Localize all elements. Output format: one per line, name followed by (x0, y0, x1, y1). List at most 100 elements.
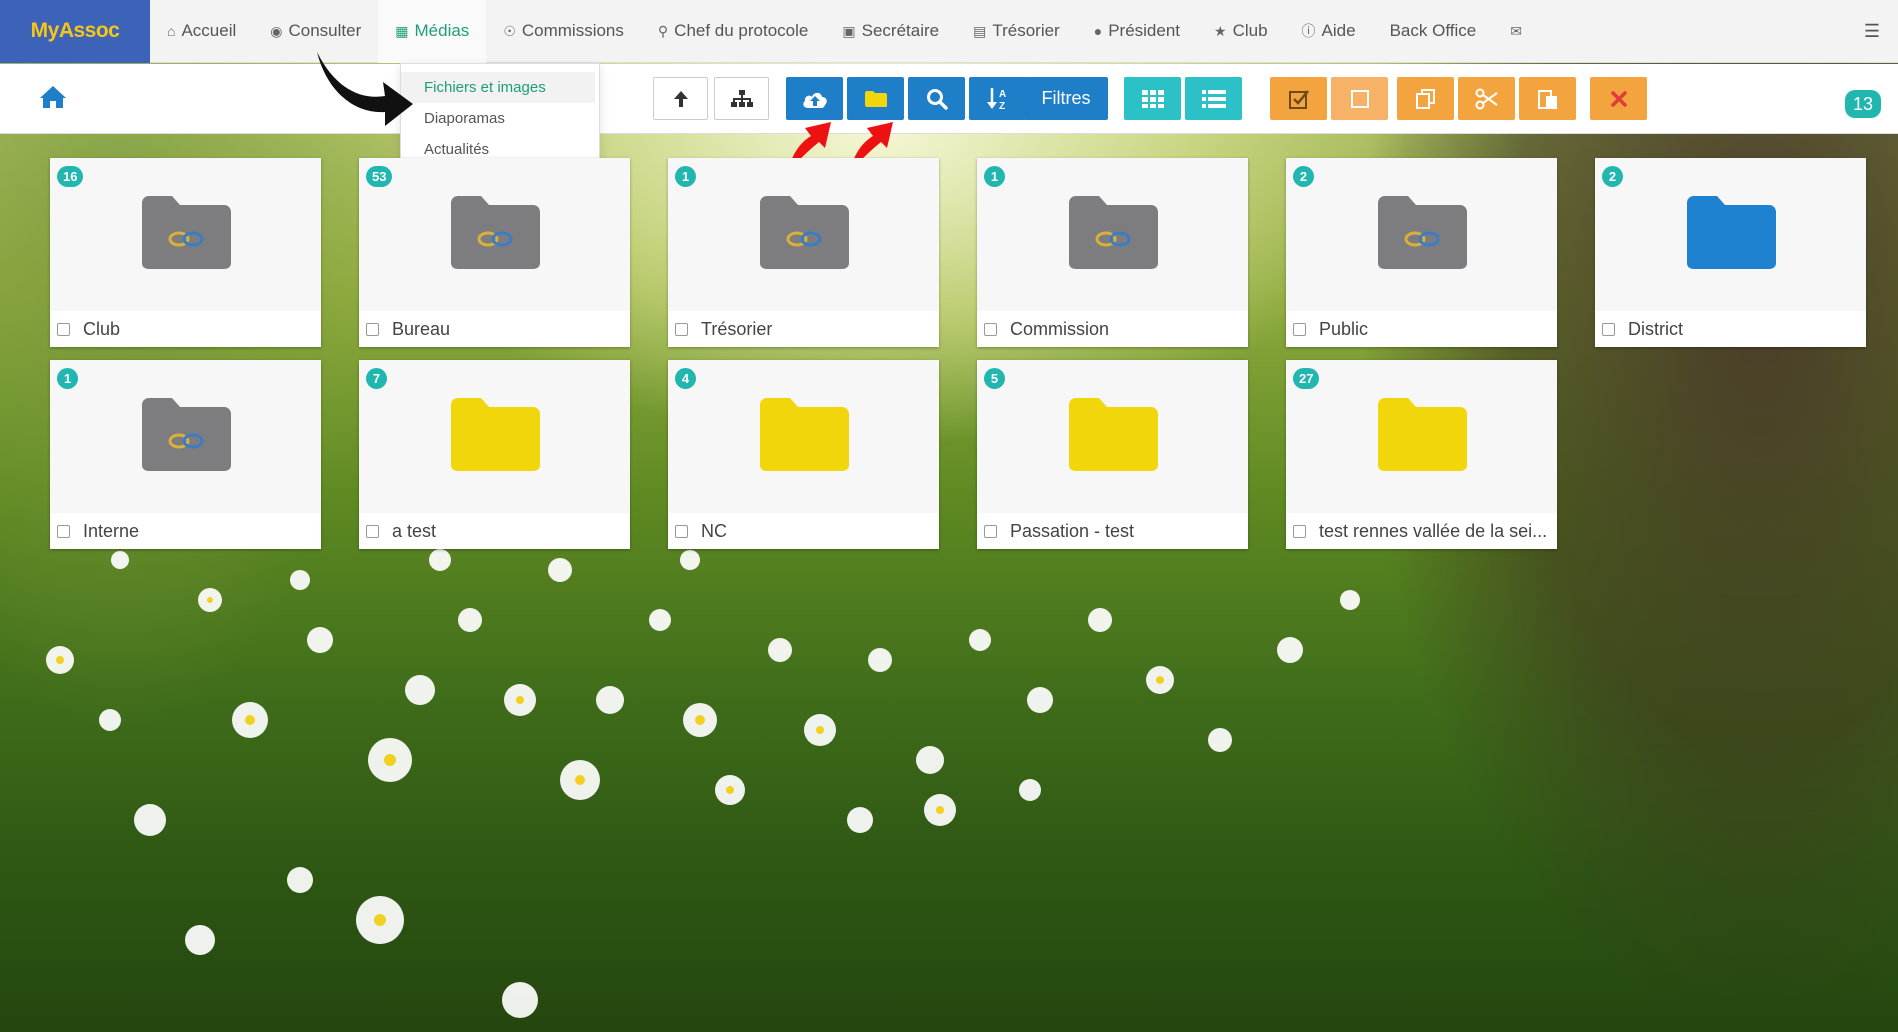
user-circle-icon: ☉ (503, 22, 516, 39)
tree-view-button[interactable] (714, 77, 769, 120)
list-view-button[interactable] (1185, 77, 1242, 120)
folder-card-footer: District (1595, 311, 1866, 347)
folder-card[interactable]: 7 a test (359, 360, 630, 549)
deselect-all-button[interactable] (1331, 77, 1388, 120)
nav-back-office[interactable]: Back Office (1373, 0, 1494, 63)
select-checkbox[interactable] (366, 524, 379, 538)
search-button[interactable] (908, 77, 965, 120)
file-count-badge: 5 (984, 368, 1005, 389)
nav-mail[interactable]: ✉ (1493, 0, 1545, 63)
select-checkbox[interactable] (1293, 524, 1306, 538)
folder-name: Trésorier (701, 318, 773, 339)
sitemap-icon (730, 89, 753, 107)
svg-text:A: A (999, 89, 1006, 100)
folder-card-footer: NC (668, 513, 939, 549)
folder-card[interactable]: 5 Passation - test (977, 360, 1248, 549)
dropdown-item-diaporamas[interactable]: Diaporamas (401, 103, 599, 134)
menu-toggle[interactable]: ☰ (1864, 21, 1898, 42)
nav-chef-du-protocole[interactable]: ⚲ Chef du protocole (641, 0, 825, 63)
nav-aide[interactable]: ⓘ Aide (1285, 0, 1373, 63)
file-count-badge: 1 (675, 166, 696, 187)
folder-name: a test (392, 520, 437, 541)
linked-folder-icon (756, 191, 852, 276)
file-count-badge: 53 (366, 166, 393, 187)
select-checkbox[interactable] (1293, 322, 1306, 336)
file-count-badge: 27 (1293, 368, 1320, 389)
nav-club[interactable]: ★ Club (1197, 0, 1285, 63)
select-checkbox[interactable] (57, 322, 70, 336)
select-checkbox[interactable] (675, 322, 688, 336)
nav-label: Consulter (288, 21, 362, 40)
paste-icon (1537, 89, 1557, 109)
folder-name: District (1628, 318, 1683, 339)
paste-button[interactable] (1519, 77, 1576, 120)
copy-button[interactable] (1397, 77, 1454, 120)
folder-card-footer: test rennes vallée de la sei... (1286, 513, 1557, 549)
scissors-icon (1475, 88, 1498, 109)
folder-card[interactable]: 2 Public (1286, 158, 1557, 347)
linked-folder-icon (138, 191, 234, 276)
list-icon (1201, 89, 1226, 108)
cloud-upload-icon (802, 92, 827, 108)
close-icon (1610, 90, 1627, 107)
select-checkbox[interactable] (984, 322, 997, 336)
filters-button[interactable]: Filtres (1024, 77, 1108, 120)
file-count-badge: 2 (1293, 166, 1314, 187)
top-nav: MyAssoc ⌂ Accueil ◉ Consulter ▦ Médias ☉… (0, 0, 1898, 63)
info-icon: ⓘ (1301, 23, 1316, 39)
folder-name: Passation - test (1010, 520, 1135, 541)
delete-button[interactable] (1590, 77, 1647, 120)
folder-card-footer: Bureau (359, 311, 630, 347)
dropdown-item-fichiers[interactable]: Fichiers et images (401, 72, 595, 103)
nav-label: Aide (1321, 21, 1356, 40)
medias-dropdown: Fichiers et images Diaporamas Actualités (400, 63, 600, 171)
file-count-badge: 1 (57, 368, 78, 389)
nav-accueil[interactable]: ⌂ Accueil (150, 0, 253, 63)
parent-folder-button[interactable] (653, 77, 708, 120)
folder-card[interactable]: 1 Trésorier (668, 158, 939, 347)
nav-label: Médias (414, 21, 470, 40)
select-checkbox[interactable] (984, 524, 997, 538)
sort-button[interactable]: A Z (969, 77, 1026, 120)
folder-card[interactable]: 1 Interne (50, 360, 321, 549)
folder-name: Club (83, 318, 121, 339)
select-all-button[interactable] (1270, 77, 1327, 120)
select-checkbox[interactable] (366, 322, 379, 336)
folder-card-footer: Interne (50, 513, 321, 549)
folder-card-footer: Club (50, 311, 321, 347)
cut-button[interactable] (1458, 77, 1515, 120)
svg-text:Z: Z (999, 101, 1005, 112)
copy-icon (1415, 88, 1435, 109)
grid-view-button[interactable] (1124, 77, 1181, 120)
home-button[interactable] (38, 84, 68, 115)
folder-card[interactable]: 1 Commission (977, 158, 1248, 347)
brand-logo[interactable]: MyAssoc (0, 0, 150, 63)
linked-folder-icon (138, 393, 234, 478)
hamburger-icon: ☰ (1863, 20, 1880, 41)
nav-tresorier[interactable]: ▤ Trésorier (956, 0, 1077, 63)
file-count-badge: 1 (984, 166, 1005, 187)
file-icon: ▦ (395, 22, 409, 39)
folder-card[interactable]: 27 test rennes vallée de la sei... (1286, 360, 1557, 549)
folder-name: NC (701, 520, 727, 541)
file-count-badge: 4 (675, 368, 696, 389)
star-icon: ★ (1214, 22, 1227, 39)
select-checkbox[interactable] (675, 524, 688, 538)
globe-icon: ● (1093, 23, 1103, 39)
nav-secretaire[interactable]: ▣ Secrétaire (825, 0, 956, 63)
folder-card[interactable]: 4 NC (668, 360, 939, 549)
select-checkbox[interactable] (57, 524, 70, 538)
nav-commissions[interactable]: ☉ Commissions (486, 0, 641, 63)
select-checkbox[interactable] (1602, 322, 1615, 336)
linked-folder-icon (447, 191, 543, 276)
folder-name: Public (1319, 318, 1369, 339)
envelope-icon: ✉ (1510, 22, 1522, 39)
search-icon (926, 88, 948, 110)
folder-card[interactable]: 53 Bureau (359, 158, 630, 347)
folder-card[interactable]: 2 District (1595, 158, 1866, 347)
item-count-badge: 13 (1845, 90, 1881, 118)
nav-president[interactable]: ● Président (1077, 0, 1197, 63)
folder-card-footer: Public (1286, 311, 1557, 347)
folder-card[interactable]: 16 Club (50, 158, 321, 347)
folder-card-footer: Passation - test (977, 513, 1248, 549)
